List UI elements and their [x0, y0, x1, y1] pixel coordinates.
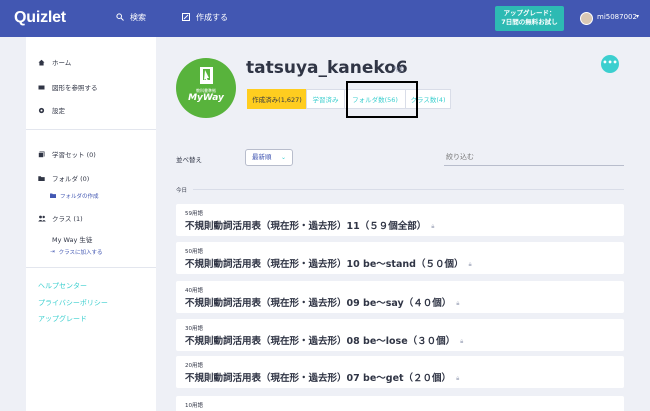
upgrade-trial-button[interactable]: アップグレード： 7日間の無料お試し	[495, 6, 564, 31]
lock-icon: 🔒︎	[468, 260, 472, 268]
username-label[interactable]: mi5087002	[597, 13, 637, 21]
lock-icon: 🔒︎	[456, 299, 460, 307]
sidebar-item-label: 設定	[52, 107, 65, 115]
study-set-card[interactable]: 50用語 不規則動詞活用表（現在形・過去形）10 be～stand（５０個） 🔒︎	[176, 242, 624, 274]
term-count: 50用語	[185, 249, 203, 255]
filter-input[interactable]	[444, 149, 624, 166]
class-item-my-way[interactable]: My Way 生徒	[52, 234, 92, 244]
join-class-link[interactable]: ⇥ クラスに加入する	[50, 248, 103, 256]
profile-role-badge: 先生	[393, 67, 405, 73]
create-icon	[182, 12, 190, 23]
sidebar-divider	[26, 267, 156, 268]
sidebar-item-home[interactable]: ホーム	[38, 57, 71, 67]
users-icon	[38, 215, 46, 222]
search-nav-button[interactable]: 検索	[116, 12, 146, 23]
sidebar: ホーム 図形を参照する 設定 学習セット (0) フォルダ (0) フォルダの作…	[26, 37, 156, 411]
tab-studied[interactable]: 学習済み	[306, 89, 345, 109]
top-navigation-bar: Quizlet 検索 作成する アップグレード： 7日間の無料お試し mi508…	[0, 0, 650, 37]
user-avatar[interactable]	[580, 12, 593, 25]
set-title: 不規則動詞活用表（現在形・過去形）07 be～get（２０個）	[185, 373, 452, 384]
search-icon	[116, 12, 124, 23]
upgrade-line-2: 7日間の無料お試し	[501, 18, 558, 26]
study-sets-icon	[38, 151, 45, 158]
sidebar-item-label: クラス (1)	[52, 215, 83, 223]
profile-name: tatsuya_kaneko6	[246, 58, 408, 78]
create-folder-link[interactable]: フォルダの作成	[50, 192, 99, 200]
term-count: 40用語	[185, 288, 203, 294]
gear-icon	[38, 107, 45, 114]
create-folder-label: フォルダの作成	[60, 194, 99, 200]
sidebar-divider	[26, 129, 156, 130]
set-title-row: 不規則動詞活用表（現在形・過去形）11（５９個全部） 🔒︎	[185, 218, 434, 232]
help-center-link[interactable]: ヘルプセンター	[38, 281, 87, 291]
set-title-row: 不規則動詞活用表（現在形・過去形）08 be～lose（３０個） 🔒︎	[185, 333, 463, 347]
set-title: 不規則動詞活用表（現在形・過去形）11（５９個全部）	[185, 221, 427, 232]
lock-icon: 🔒︎	[456, 374, 460, 382]
folder-plus-icon	[50, 193, 56, 200]
diagram-icon	[38, 84, 45, 91]
sidebar-item-study-sets[interactable]: 学習セット (0)	[38, 149, 96, 159]
sidebar-item-folders[interactable]: フォルダ (0)	[38, 173, 89, 183]
set-title-row: 不規則動詞活用表（現在形・過去形）09 be～say（４０個） 🔒︎	[185, 295, 459, 309]
sort-label: 並べ替え	[176, 156, 202, 164]
lock-icon: 🔒︎	[460, 337, 464, 345]
upgrade-line-1: アップグレード：	[503, 9, 556, 17]
home-icon	[38, 59, 45, 66]
avatar-brand: MyWay	[188, 93, 224, 103]
study-set-card[interactable]: 40用語 不規則動詞活用表（現在形・過去形）09 be～say（４０個） 🔒︎	[176, 281, 624, 313]
sidebar-item-settings[interactable]: 設定	[38, 105, 65, 115]
sidebar-item-label: 学習セット (0)	[52, 151, 96, 159]
more-options-button[interactable]: •••	[601, 55, 619, 73]
arrow-right-icon: ⇥	[50, 249, 55, 255]
sort-value: 最新順	[252, 153, 272, 161]
set-title-row: 不規則動詞活用表（現在形・過去形）07 be～get（２０個） 🔒︎	[185, 370, 459, 384]
chevron-down-icon[interactable]: ▾	[636, 13, 639, 20]
sort-select[interactable]: 最新順 ⌄	[245, 149, 293, 166]
sidebar-item-label: ホーム	[52, 59, 72, 67]
term-count: 20用語	[185, 363, 203, 369]
join-class-label: クラスに加入する	[58, 250, 103, 256]
study-set-card[interactable]: 59用語 不規則動詞活用表（現在形・過去形）11（５９個全部） 🔒︎	[176, 204, 624, 236]
tab-created[interactable]: 作成済み(1,627)	[247, 89, 307, 109]
sidebar-item-label: フォルダ (0)	[52, 175, 90, 183]
sidebar-item-diagrams[interactable]: 図形を参照する	[38, 82, 98, 92]
study-set-card[interactable]: 30用語 不規則動詞活用表（現在形・過去形）08 be～lose（３０個） 🔒︎	[176, 319, 624, 351]
quizlet-logo[interactable]: Quizlet	[14, 9, 66, 27]
set-title: 不規則動詞活用表（現在形・過去形）10 be～stand（５０個）	[185, 259, 464, 270]
term-count: 30用語	[185, 326, 203, 332]
sidebar-item-label: 図形を参照する	[52, 84, 98, 92]
chevron-down-icon: ⌄	[280, 154, 286, 161]
annotation-highlight-box	[346, 81, 418, 118]
set-title-row: 不規則動詞活用表（現在形・過去形）10 be～stand（５０個） 🔒︎	[185, 256, 472, 270]
set-title: 不規則動詞活用表（現在形・過去形）08 be～lose（３０個）	[185, 336, 456, 347]
study-set-card[interactable]: 20用語 不規則動詞活用表（現在形・過去形）07 be～get（２０個） 🔒︎	[176, 356, 624, 388]
folder-icon	[38, 175, 45, 182]
search-nav-label: 検索	[130, 13, 146, 22]
lock-icon: 🔒︎	[431, 222, 435, 230]
section-date-label: 今日	[176, 188, 188, 194]
create-nav-button[interactable]: 作成する	[182, 12, 228, 23]
profile-avatar: 教科書準拠 MyWay	[176, 58, 236, 118]
create-nav-label: 作成する	[196, 13, 228, 22]
privacy-policy-link[interactable]: プライバシーポリシー	[38, 298, 108, 308]
upgrade-link[interactable]: アップグレード	[38, 314, 87, 324]
term-count: 59用語	[185, 211, 203, 217]
sidebar-item-classes[interactable]: クラス (1)	[38, 213, 83, 223]
set-title: 不規則動詞活用表（現在形・過去形）09 be～say（４０個）	[185, 298, 452, 309]
term-count: 10用語	[185, 403, 203, 409]
section-divider	[193, 189, 624, 190]
study-set-card[interactable]: 10用語	[176, 396, 624, 411]
